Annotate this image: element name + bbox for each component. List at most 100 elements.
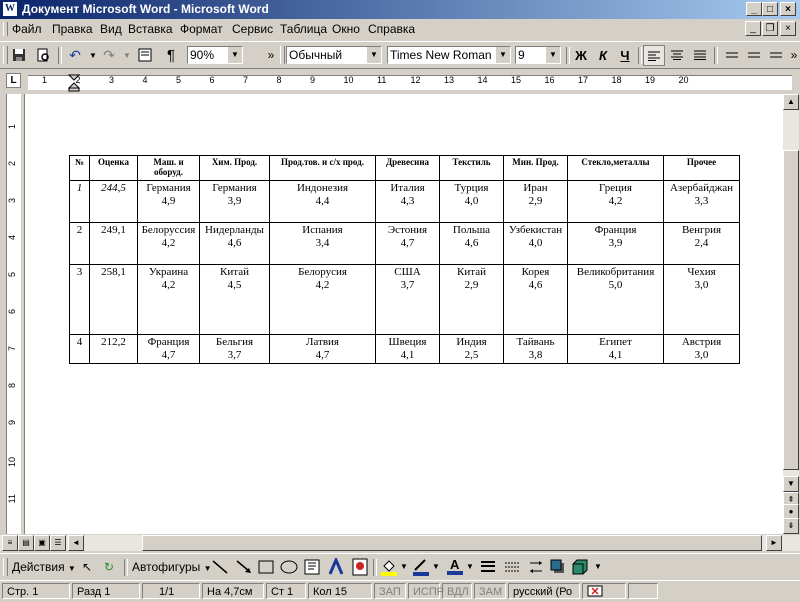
table-cell[interactable]: Великобритания 5,0 — [567, 264, 664, 335]
table-cell[interactable]: Индонезия 4,4 — [269, 180, 376, 223]
table-header-cell[interactable]: Прод.тов. и с/х прод. — [269, 155, 376, 181]
status-language[interactable]: русский (Ро — [508, 583, 580, 599]
status-trk[interactable]: ИСПР — [408, 583, 444, 599]
table-cell[interactable]: Белорусия 4,2 — [269, 264, 376, 335]
chevron-down-icon[interactable]: ▼ — [366, 47, 381, 63]
horizontal-scrollbar[interactable]: ≡ ▤ ▣ ☰ ◄ ► — [0, 535, 800, 551]
font-color-icon[interactable]: A — [446, 557, 464, 576]
print-preview-icon[interactable] — [32, 45, 54, 66]
table-header-cell[interactable]: Текстиль — [439, 155, 504, 181]
table-header-cell[interactable]: Маш. и оборуд. — [137, 155, 200, 181]
next-page-icon[interactable]: ⇟ — [783, 518, 799, 534]
menu-help[interactable]: Справка — [368, 22, 415, 36]
spelling-status[interactable] — [582, 583, 626, 599]
table-cell[interactable]: Иран 2,9 — [503, 180, 568, 223]
fill-color-icon[interactable] — [380, 558, 398, 576]
chevron-down-icon[interactable]: ▼ — [594, 558, 602, 576]
minimize-button[interactable]: _ — [746, 2, 762, 16]
scroll-left-icon[interactable]: ◄ — [68, 535, 84, 551]
menu-format[interactable]: Формат — [180, 22, 223, 36]
vertical-ruler[interactable]: 1 2 3 4 5 6 7 8 9 10 11 — [6, 94, 21, 534]
table-cell[interactable]: 2 — [69, 222, 90, 265]
status-rec[interactable]: ЗАП — [374, 583, 406, 599]
font-size-select[interactable]: 9 ▼ — [515, 46, 561, 64]
table-cell[interactable]: 3 — [69, 264, 90, 335]
document-map-icon[interactable] — [134, 45, 156, 66]
align-justify-icon[interactable] — [689, 45, 711, 66]
table-cell[interactable]: Латвия 4,7 — [269, 334, 376, 364]
table-header-cell[interactable]: № — [69, 155, 90, 181]
free-rotate-icon[interactable]: ↻ — [104, 558, 114, 576]
arrow-icon[interactable] — [236, 560, 252, 574]
select-objects-icon[interactable]: ↖ — [82, 558, 92, 576]
scroll-up-icon[interactable]: ▲ — [783, 94, 799, 110]
outline-view-icon[interactable]: ☰ — [50, 535, 66, 551]
table-header-cell[interactable]: Стекло,металлы — [567, 155, 664, 181]
doc-close-button[interactable]: × — [780, 21, 796, 36]
table-cell[interactable]: 212,2 — [89, 334, 138, 364]
rectangle-icon[interactable] — [258, 560, 274, 574]
line-icon[interactable] — [212, 560, 228, 574]
drawing-toolbar-grip[interactable] — [3, 558, 8, 576]
table-cell[interactable]: Чехия 3,0 — [663, 264, 740, 335]
table-cell[interactable]: Белоруссия 4,2 — [137, 222, 200, 265]
align-center-icon[interactable] — [666, 45, 688, 66]
normal-view-icon[interactable]: ≡ — [2, 535, 18, 551]
table-cell[interactable]: Австрия 3,0 — [663, 334, 740, 364]
doc-restore-button[interactable]: ❐ — [762, 21, 778, 36]
scroll-thumb[interactable] — [783, 150, 799, 470]
table-cell[interactable]: Швеция 4,1 — [375, 334, 440, 364]
pilcrow-icon[interactable]: ¶ — [160, 45, 182, 66]
close-button[interactable]: × — [780, 2, 796, 16]
document-page[interactable]: № Оценка Маш. и оборуд. Хим. Прод. Прод.тов.… — [24, 94, 783, 534]
zoom-select[interactable]: 90% ▼ — [187, 46, 243, 64]
menu-window[interactable]: Окно — [332, 22, 360, 36]
table-cell[interactable]: Азербайджан 3,3 — [663, 180, 740, 223]
maximize-button[interactable]: □ — [762, 2, 778, 16]
table-cell[interactable]: Египет 4,1 — [567, 334, 664, 364]
table-cell[interactable]: Бельгия 3,7 — [199, 334, 270, 364]
menu-tools[interactable]: Сервис — [232, 22, 273, 36]
table-header-cell[interactable]: Хим. Прод. — [199, 155, 270, 181]
italic-button[interactable]: К — [592, 45, 614, 66]
menu-edit[interactable]: Правка — [52, 22, 93, 36]
table-cell[interactable]: США 3,7 — [375, 264, 440, 335]
wordart-icon[interactable] — [328, 558, 344, 576]
table-cell[interactable]: Нидерланды 4,6 — [199, 222, 270, 265]
table-cell[interactable]: Германия 4,9 — [137, 180, 200, 223]
oval-icon[interactable] — [280, 560, 298, 574]
table-cell[interactable]: Корея 4,6 — [503, 264, 568, 335]
table-cell[interactable]: Греция 4,2 — [567, 180, 664, 223]
chevron-down-icon[interactable]: ▼ — [495, 47, 510, 63]
data-table[interactable]: № Оценка Маш. и оборуд. Хим. Прод. Прод.тов.… — [69, 155, 740, 364]
text-box-icon[interactable] — [304, 559, 320, 575]
scroll-down-icon[interactable]: ▼ — [783, 476, 799, 492]
dash-style-icon[interactable] — [504, 560, 520, 574]
toolbar-overflow-icon[interactable]: » — [783, 45, 800, 66]
table-cell[interactable]: Китай 4,5 — [199, 264, 270, 335]
table-cell[interactable]: 4 — [69, 334, 90, 364]
clipart-icon[interactable] — [352, 558, 368, 576]
underline-button[interactable]: Ч — [614, 45, 636, 66]
vertical-scrollbar[interactable]: ▲ ▼ ⇞ ● ⇟ — [783, 94, 799, 534]
status-ovr[interactable]: ЗАМ — [474, 583, 506, 599]
menu-insert[interactable]: Вставка — [128, 22, 173, 36]
table-cell[interactable]: 1 — [69, 180, 90, 223]
table-cell[interactable]: Франция 3,9 — [567, 222, 664, 265]
font-select[interactable]: Times New Roman ▼ — [387, 46, 511, 64]
tab-selector[interactable]: L — [6, 73, 21, 88]
table-cell[interactable]: Индия 2,5 — [439, 334, 504, 364]
table-cell[interactable]: Франция 4,7 — [137, 334, 200, 364]
table-cell[interactable]: Узбекистан 4,0 — [503, 222, 568, 265]
numbering-icon[interactable] — [720, 45, 742, 66]
menu-view[interactable]: Вид — [100, 22, 122, 36]
table-cell[interactable]: Тайвань 3,8 — [503, 334, 568, 364]
horizontal-ruler[interactable]: L 1 2 3 4 5 6 7 8 9 10 11 12 13 14 15 16 17 18 19 20 — [0, 70, 800, 92]
print-layout-icon[interactable]: ▣ — [34, 535, 50, 551]
doc-minimize-button[interactable]: _ — [745, 21, 761, 36]
chevron-down-icon[interactable]: ▼ — [432, 558, 440, 576]
web-view-icon[interactable]: ▤ — [18, 535, 34, 551]
save-icon[interactable] — [8, 45, 30, 66]
3d-icon[interactable] — [572, 559, 588, 575]
bold-button[interactable]: Ж — [570, 45, 592, 66]
